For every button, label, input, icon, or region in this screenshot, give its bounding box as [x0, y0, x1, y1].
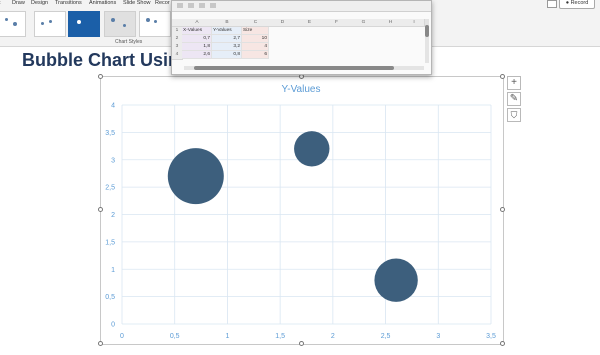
column-header[interactable]: C: [242, 19, 270, 27]
x-tick-label: 0: [120, 333, 124, 340]
y-tick-label: 4: [111, 103, 115, 110]
undo-icon[interactable]: [188, 3, 194, 8]
cell-header-y[interactable]: Y-Values: [212, 27, 242, 35]
x-tick-label: 3,5: [486, 333, 496, 340]
y-tick-label: 1,5: [105, 239, 115, 246]
y-tick-label: 2,5: [105, 185, 115, 192]
x-tick-label: 1,5: [275, 333, 285, 340]
chart-data-spreadsheet[interactable]: A B C D E F G H I 1 X-Values Y-Values Si…: [171, 0, 432, 75]
chart-title[interactable]: Y-Values: [282, 84, 321, 95]
table-cell[interactable]: 2,6: [182, 51, 212, 59]
save-icon[interactable]: [177, 3, 183, 8]
y-tick-label: 3,5: [105, 130, 115, 137]
table-cell[interactable]: 6: [242, 51, 269, 59]
y-tick-label: 3: [111, 157, 115, 164]
column-header[interactable]: G: [350, 19, 378, 27]
bubble-point[interactable]: [374, 258, 418, 302]
column-header[interactable]: E: [296, 19, 324, 27]
column-header[interactable]: F: [323, 19, 351, 27]
table-cell[interactable]: 0,7: [182, 35, 212, 43]
table-cell[interactable]: 2,7: [212, 35, 242, 43]
table-cell[interactable]: 0,8: [212, 51, 242, 59]
scrollbar-thumb[interactable]: [194, 66, 394, 70]
table-cell[interactable]: 3,2: [212, 43, 242, 51]
cell-header-size[interactable]: Size: [242, 27, 269, 35]
column-header[interactable]: I: [404, 19, 425, 27]
table-cell[interactable]: 4: [242, 43, 269, 51]
x-tick-label: 3: [436, 333, 440, 340]
column-header[interactable]: A: [182, 19, 213, 27]
redo-icon[interactable]: [199, 3, 205, 8]
column-header[interactable]: B: [212, 19, 243, 27]
column-header[interactable]: H: [377, 19, 405, 27]
table-cell[interactable]: 1,8: [182, 43, 212, 51]
y-tick-label: 0: [111, 322, 115, 329]
y-tick-label: 1: [111, 267, 115, 274]
horizontal-scrollbar[interactable]: [184, 66, 424, 70]
y-tick-label: 0,5: [105, 294, 115, 301]
y-tick-label: 2: [111, 212, 115, 219]
bubble-point[interactable]: [294, 131, 330, 167]
edit-in-excel-icon[interactable]: [210, 3, 216, 8]
column-header[interactable]: D: [269, 19, 297, 27]
cell-header-x[interactable]: X-Values: [182, 27, 212, 35]
x-tick-label: 2: [331, 333, 335, 340]
x-tick-label: 2,5: [381, 333, 391, 340]
vertical-scrollbar[interactable]: [425, 19, 429, 63]
scrollbar-thumb[interactable]: [425, 25, 429, 37]
spreadsheet-toolbar: [172, 1, 431, 12]
x-tick-label: 1: [225, 333, 229, 340]
bubble-point[interactable]: [167, 148, 224, 205]
x-tick-label: 0,5: [170, 333, 180, 340]
table-cell[interactable]: 10: [242, 35, 269, 43]
